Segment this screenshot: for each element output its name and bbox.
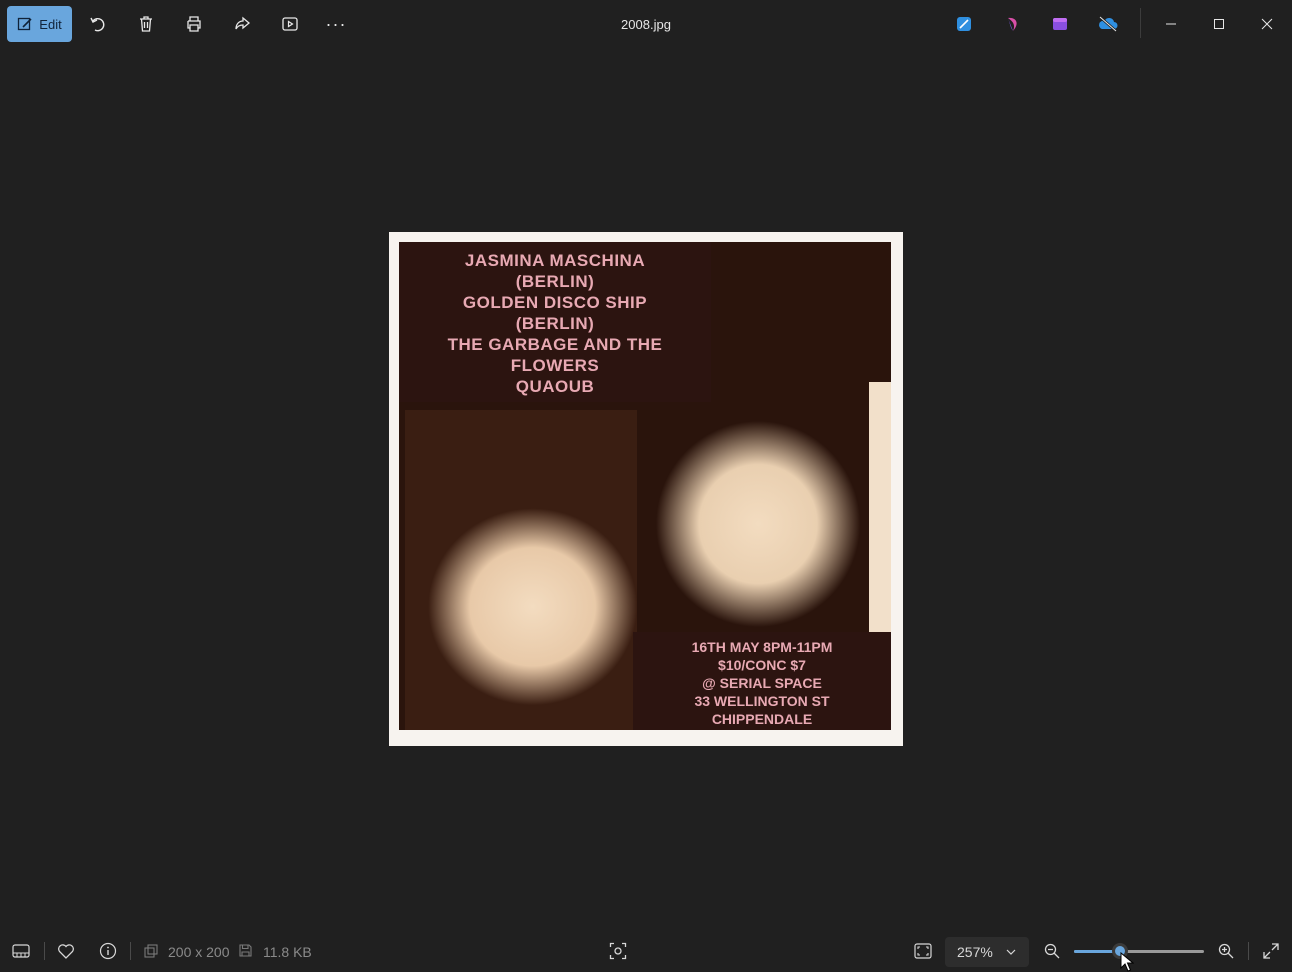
zoom-out-icon — [1044, 943, 1060, 959]
lineup-line: GOLDEN DISCO SHIP — [462, 293, 648, 312]
poster-lineup-box: JASMINA MASCHINA (BERLIN) GOLDEN DISCO S… — [399, 242, 711, 402]
file-size: 11.8 KB — [263, 944, 312, 960]
designer-icon — [1008, 17, 1017, 31]
dimensions-icon — [144, 944, 158, 963]
lineup-line: QUAOUB — [515, 377, 595, 396]
lineup-line: THE GARBAGE AND THE — [447, 335, 663, 354]
save-disk-icon — [239, 944, 252, 962]
displayed-image[interactable]: JASMINA MASCHINA (BERLIN) GOLDEN DISCO S… — [389, 232, 903, 746]
zoom-level-dropdown[interactable]: 257% — [945, 937, 1029, 967]
info-line: 33 WELLINGTON ST — [694, 693, 830, 709]
top-toolbar: Edit ··· 2008.jpg — [0, 0, 1292, 48]
maximize-button[interactable] — [1195, 0, 1243, 48]
maximize-icon — [1214, 19, 1224, 29]
close-button[interactable] — [1243, 0, 1291, 48]
zoom-level-value: 257% — [957, 944, 993, 960]
zoom-in-button[interactable] — [1212, 937, 1240, 965]
app-shortcut-1[interactable] — [946, 6, 982, 42]
status-divider — [44, 942, 45, 960]
poster-strip — [869, 382, 891, 642]
lineup-line: (BERLIN) — [515, 272, 595, 291]
fullscreen-button[interactable] — [1257, 937, 1285, 965]
filmstrip-icon — [12, 944, 30, 958]
zoom-slider[interactable] — [1074, 943, 1204, 959]
chevron-down-icon — [1006, 949, 1016, 955]
fit-screen-icon — [914, 943, 932, 959]
app-shortcut-3[interactable] — [1042, 6, 1078, 42]
toolbar-divider — [1140, 8, 1141, 38]
info-icon — [99, 942, 117, 960]
app-shortcut-2[interactable] — [995, 6, 1031, 42]
zoom-out-button[interactable] — [1038, 937, 1066, 965]
lineup-line: JASMINA MASCHINA — [464, 251, 646, 270]
lineup-line: (BERLIN) — [515, 314, 595, 333]
info-line: @ SERIAL SPACE — [702, 675, 822, 691]
zoom-in-icon — [1218, 943, 1234, 959]
poster-fez — [689, 242, 889, 382]
minimize-button[interactable] — [1147, 0, 1195, 48]
heart-icon — [58, 944, 74, 959]
poster-photo-right — [651, 392, 889, 632]
filmstrip-button[interactable] — [7, 937, 35, 965]
mouse-cursor-icon — [1120, 952, 1134, 972]
bottom-status-bar: 200 x 200 11.8 KB 257% — [0, 930, 1292, 972]
photo-editor-icon — [957, 17, 971, 31]
lineup-line: FLOWERS — [510, 356, 600, 375]
poster-info-box: 16TH MAY 8PM-11PM $10/CONC $7 @ SERIAL S… — [633, 632, 891, 730]
info-line: $10/CONC $7 — [718, 657, 806, 673]
image-dimensions: 200 x 200 — [168, 944, 230, 960]
close-icon — [1261, 18, 1273, 30]
expand-icon — [1263, 943, 1279, 959]
favorite-button[interactable] — [52, 937, 80, 965]
poster-photo-left — [405, 410, 637, 730]
clipchamp-icon — [1053, 18, 1067, 30]
visual-search-button[interactable] — [604, 937, 632, 965]
scan-icon — [609, 942, 627, 960]
poster-event-info: 16TH MAY 8PM-11PM $10/CONC $7 @ SERIAL S… — [633, 638, 891, 728]
poster-artwork: JASMINA MASCHINA (BERLIN) GOLDEN DISCO S… — [399, 242, 891, 730]
info-line: 16TH MAY 8PM-11PM — [691, 639, 833, 655]
file-info-button[interactable] — [94, 937, 122, 965]
info-line: CHIPPENDALE — [711, 711, 813, 727]
poster-lineup: JASMINA MASCHINA (BERLIN) GOLDEN DISCO S… — [399, 250, 711, 397]
minimize-icon — [1166, 23, 1176, 25]
onedrive-button[interactable] — [1090, 6, 1126, 42]
cloud-off-icon — [1099, 16, 1118, 32]
status-divider — [1248, 942, 1249, 960]
status-divider — [130, 942, 131, 960]
fit-to-window-button[interactable] — [909, 937, 937, 965]
